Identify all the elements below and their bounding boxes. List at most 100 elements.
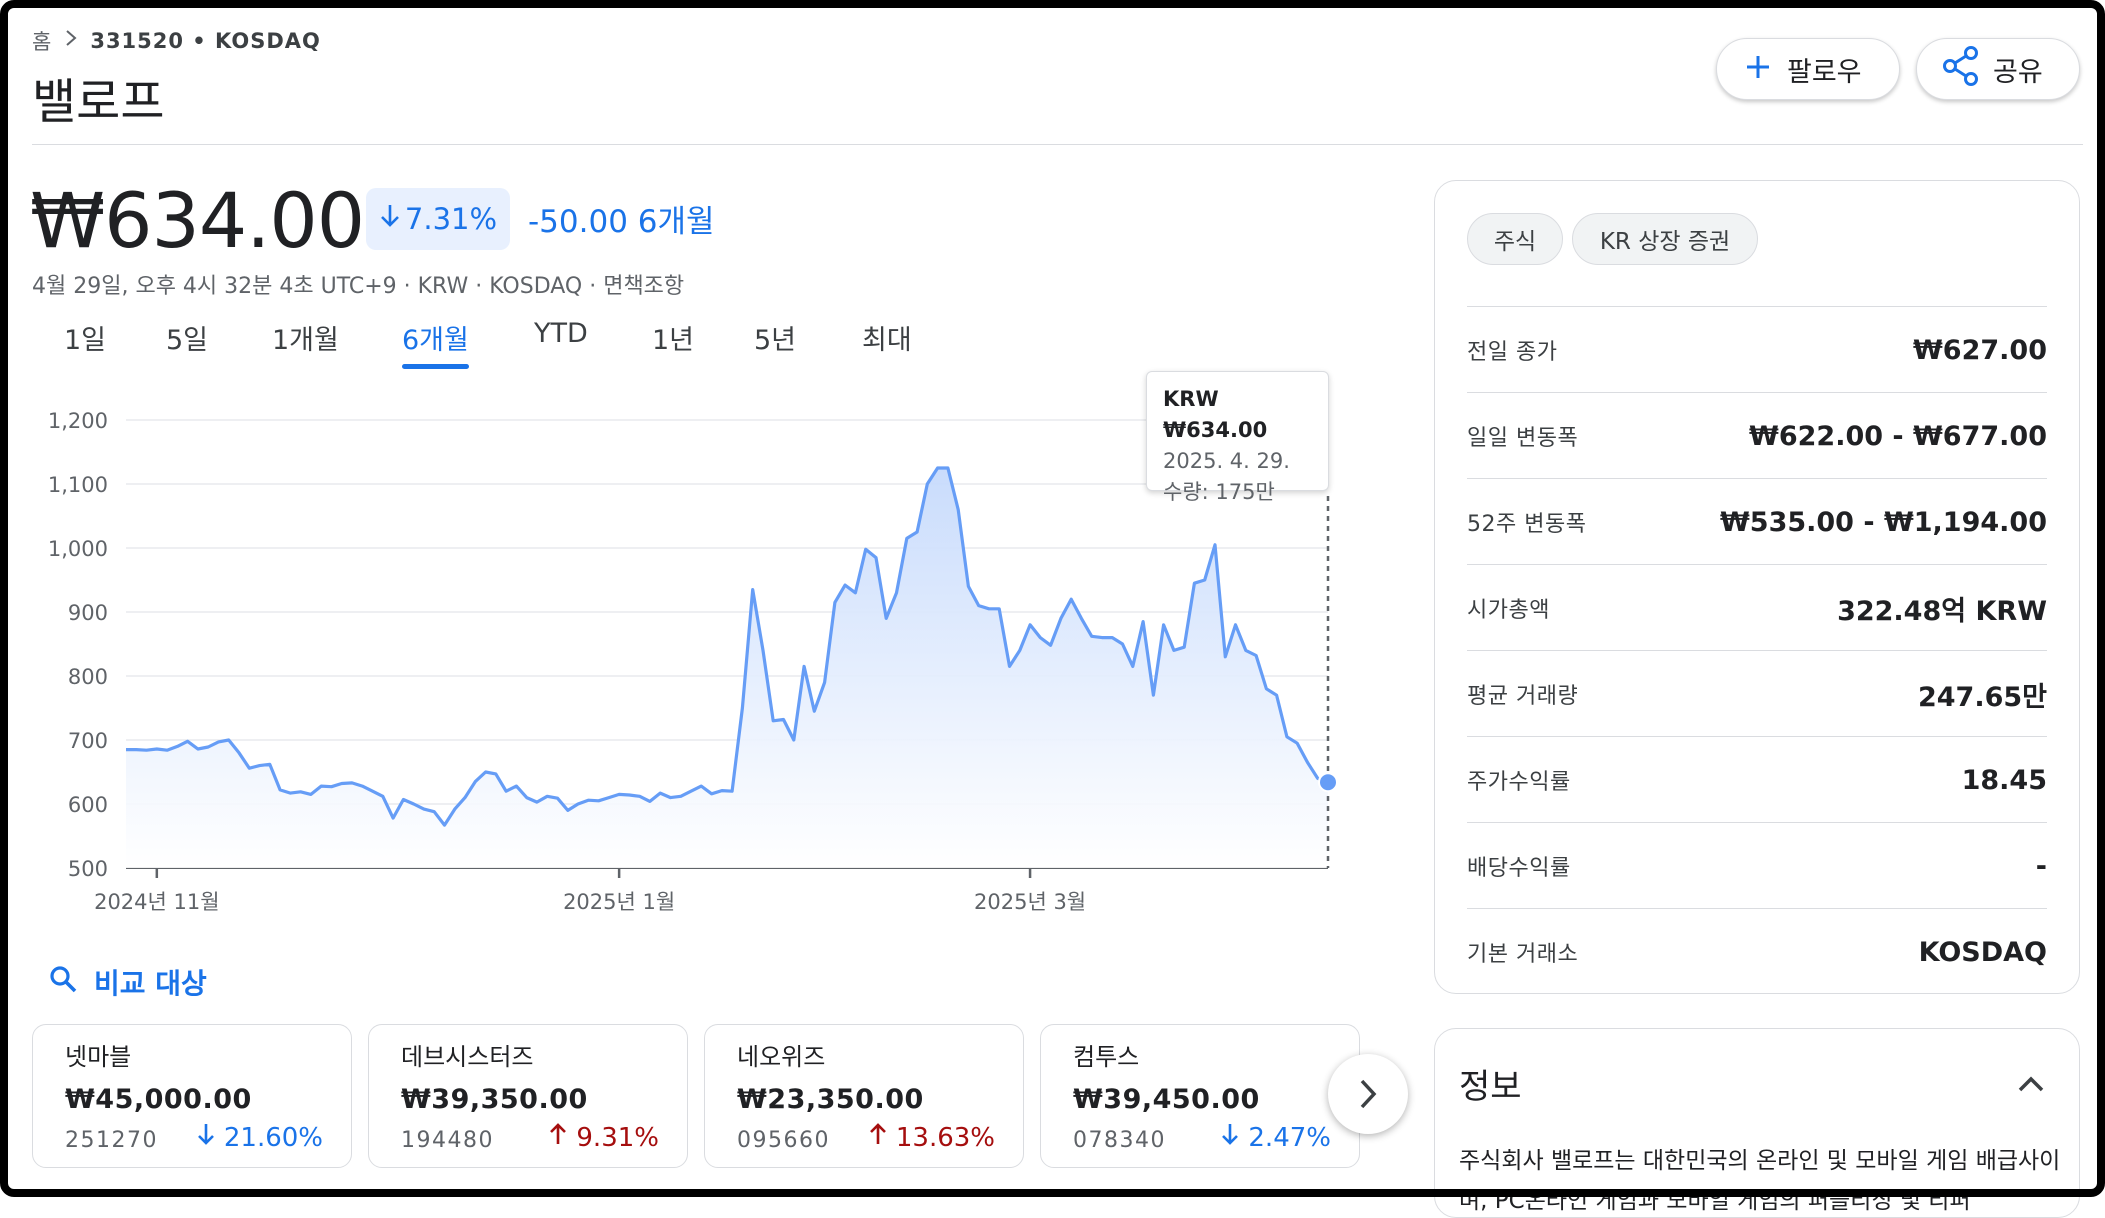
hover-point (1318, 772, 1338, 793)
arrow-down-icon (197, 1124, 214, 1145)
stat-row: 시가총액 322.48억 KRW (1467, 564, 2047, 651)
y-tick-label: 700 (68, 729, 108, 753)
breadcrumb-home[interactable]: 홈 (32, 26, 52, 56)
share-icon (1943, 45, 1979, 93)
peer-change-value: 9.31% (576, 1123, 659, 1153)
about-text: 주식회사 밸로프는 대한민국의 온라인 및 모바일 게임 배급사이며, PC온라… (1459, 1148, 2061, 1214)
peer-change: 2.47% (1220, 1122, 1331, 1153)
y-tick-label: 1,200 (48, 409, 108, 433)
chart-tooltip: KRW ₩634.00 2025. 4. 29. 수량: 175만 (1146, 371, 1329, 504)
change-percent-badge: 7.31% (366, 188, 510, 250)
header-divider (32, 144, 2083, 145)
key-stats-panel: 주식 KR 상장 증권 전일 종가 ₩627.00 일일 변동폭 ₩622.00… (1434, 180, 2080, 994)
peer-price: ₩39,350.00 (401, 1084, 588, 1115)
chevron-right-icon (1360, 1079, 1377, 1109)
tab-1y[interactable]: 1년 (652, 318, 694, 357)
stat-label: 시가총액 (1467, 598, 1550, 623)
chevron-up-icon[interactable] (2017, 1075, 2045, 1097)
peer-name: 네오위즈 (737, 1043, 826, 1071)
stat-label: 기본 거래소 (1467, 942, 1579, 967)
share-label: 공유 (1993, 56, 2043, 88)
price-area (126, 468, 1328, 868)
stat-value: ₩622.00 - ₩677.00 (1749, 420, 2047, 452)
page-title: 밸로프 (32, 74, 165, 130)
tab-1d[interactable]: 1일 (64, 318, 106, 357)
quote-meta: 4월 29일, 오후 4시 32분 4초 UTC+9 · KRW · KOSDA… (32, 274, 685, 299)
arrow-up-icon (869, 1123, 886, 1144)
plus-icon (1743, 49, 1773, 89)
stat-label: 배당수익률 (1467, 856, 1571, 881)
stat-value: - (2035, 850, 2047, 882)
change-percent: 7.31% (404, 202, 498, 236)
peer-code: 251270 (65, 1128, 158, 1153)
compare-button[interactable]: 비교 대상 (48, 962, 207, 1002)
peer-change-value: 21.60% (223, 1123, 323, 1153)
peer-code: 194480 (401, 1128, 494, 1153)
tooltip-price: KRW ₩634.00 (1163, 387, 1268, 442)
stat-value: ₩535.00 - ₩1,194.00 (1720, 506, 2047, 538)
tab-max[interactable]: 최대 (862, 318, 912, 357)
tooltip-volume: 수량: 175만 (1163, 480, 1275, 504)
next-peers-button[interactable] (1328, 1054, 1408, 1134)
follow-button[interactable]: 팔로우 (1716, 38, 1900, 100)
about-title: 정보 (1459, 1067, 1522, 1107)
chip-stock[interactable]: 주식 (1467, 213, 1563, 265)
y-tick-label: 1,000 (48, 537, 108, 561)
tab-5y[interactable]: 5년 (754, 318, 796, 357)
stat-value: KOSDAQ (1918, 936, 2047, 968)
peer-change: 9.31% (548, 1122, 659, 1153)
chip-listed[interactable]: KR 상장 증권 (1572, 213, 1758, 265)
x-tick-label: 2025년 1월 (563, 890, 675, 914)
compare-label: 비교 대상 (94, 967, 207, 1000)
peer-name: 데브시스터즈 (401, 1043, 534, 1071)
arrow-up-icon (550, 1123, 567, 1144)
breadcrumb-symbol: 331520 • KOSDAQ (90, 29, 321, 53)
peer-change-value: 2.47% (1248, 1123, 1331, 1153)
peer-change-value: 13.63% (895, 1123, 995, 1153)
current-price: ₩634.00 (30, 176, 365, 265)
follow-label: 팔로우 (1787, 56, 1862, 88)
stat-value: ₩627.00 (1913, 334, 2047, 366)
y-tick-label: 1,100 (48, 473, 108, 497)
y-tick-label: 800 (68, 665, 108, 689)
stat-row: 배당수익률 - (1467, 822, 2047, 909)
stat-row: 전일 종가 ₩627.00 (1467, 306, 2047, 393)
stat-label: 평균 거래량 (1467, 684, 1579, 709)
y-tick-label: 600 (68, 793, 108, 817)
peer-price: ₩45,000.00 (65, 1084, 252, 1115)
stat-row: 52주 변동폭 ₩535.00 - ₩1,194.00 (1467, 478, 2047, 565)
tab-ytd[interactable]: YTD (534, 318, 588, 349)
tab-1m[interactable]: 1개월 (272, 318, 339, 357)
peer-code: 095660 (737, 1128, 830, 1153)
stat-label: 52주 변동폭 (1467, 512, 1587, 537)
peer-price: ₩39,450.00 (1073, 1084, 1260, 1115)
arrow-down-icon (1222, 1124, 1239, 1145)
peer-card[interactable]: 컴투스 ₩39,450.00 078340 2.47% (1040, 1024, 1360, 1168)
chevron-right-icon (64, 28, 78, 54)
x-tick-label: 2024년 11월 (94, 890, 219, 914)
peer-change: 21.60% (196, 1122, 323, 1153)
change-absolute: -50.00 6개월 (528, 204, 715, 240)
stat-row: 주가수익률 18.45 (1467, 736, 2047, 823)
arrow-down-icon (379, 202, 401, 236)
peer-card[interactable]: 네오위즈 ₩23,350.00 095660 13.63% (704, 1024, 1024, 1168)
peer-card[interactable]: 넷마블 ₩45,000.00 251270 21.60% (32, 1024, 352, 1168)
about-panel: 정보 주식회사 밸로프는 대한민국의 온라인 및 모바일 게임 배급사이며, P… (1434, 1028, 2080, 1218)
stat-label: 주가수익률 (1467, 770, 1571, 795)
share-button[interactable]: 공유 (1916, 38, 2080, 100)
stat-row: 일일 변동폭 ₩622.00 - ₩677.00 (1467, 392, 2047, 479)
stat-label: 일일 변동폭 (1467, 426, 1579, 451)
peer-code: 078340 (1073, 1128, 1166, 1153)
stat-value: 322.48억 KRW (1837, 595, 2047, 627)
peer-price: ₩23,350.00 (737, 1084, 924, 1115)
y-tick-label: 500 (68, 857, 108, 881)
stat-row: 평균 거래량 247.65만 (1467, 650, 2047, 737)
x-tick-label: 2025년 3월 (974, 890, 1086, 914)
tab-5d[interactable]: 5일 (166, 318, 208, 357)
stat-row: 기본 거래소 KOSDAQ (1467, 908, 2047, 995)
breadcrumb: 홈 331520 • KOSDAQ (32, 26, 321, 56)
peer-name: 컴투스 (1073, 1043, 1140, 1071)
stat-value: 18.45 (1961, 764, 2047, 796)
tab-6m[interactable]: 6개월 (402, 318, 469, 369)
peer-card[interactable]: 데브시스터즈 ₩39,350.00 194480 9.31% (368, 1024, 688, 1168)
